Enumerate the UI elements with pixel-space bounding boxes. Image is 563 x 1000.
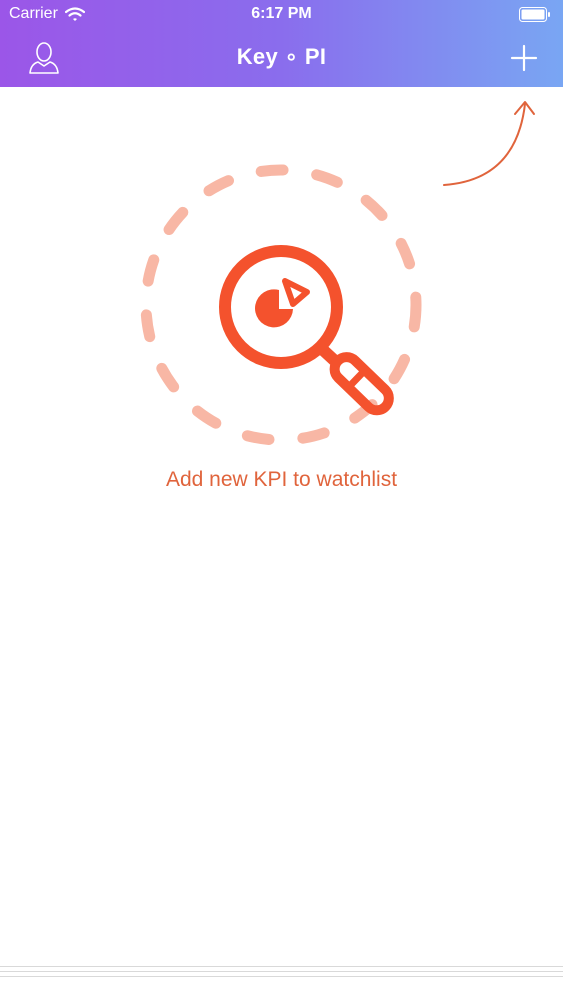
add-kpi-button[interactable]: [506, 40, 542, 76]
nav-bar: Key ∘ PI: [0, 30, 563, 87]
battery-icon: [519, 7, 550, 22]
header: Carrier 6:17 PM Key ∘ PI: [0, 0, 563, 87]
curved-arrow-icon: [443, 101, 535, 186]
bottom-divider: [0, 966, 563, 1000]
page-title: Key ∘ PI: [236, 44, 327, 69]
status-time: 6:17 PM: [251, 5, 312, 22]
status-bar: Carrier 6:17 PM: [0, 0, 563, 30]
magnifier-pie-chart-icon: [140, 164, 422, 446]
plus-icon: [510, 44, 538, 72]
empty-state-message: Add new KPI to watchlist: [165, 468, 398, 491]
